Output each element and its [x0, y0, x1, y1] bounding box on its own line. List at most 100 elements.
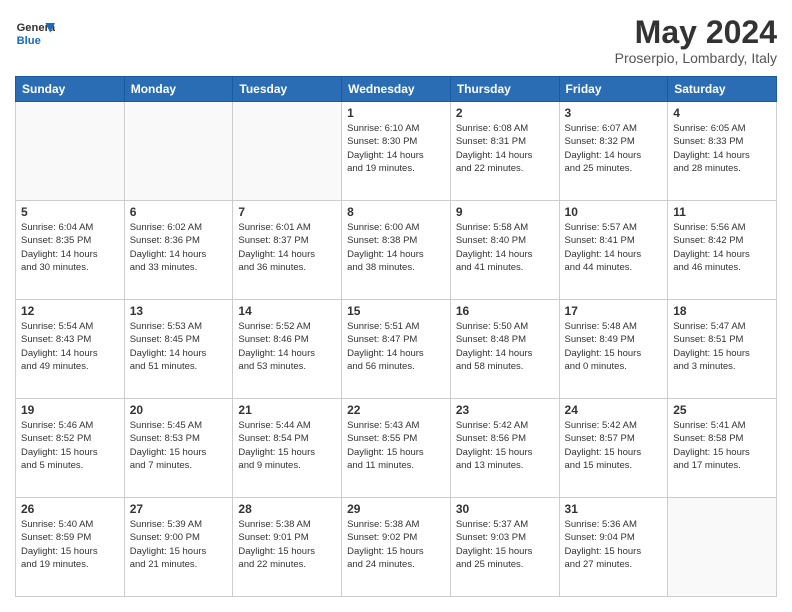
table-row: 30 Sunrise: 5:37 AM Sunset: 9:03 PM Dayli… [450, 498, 559, 597]
day-number: 21 [238, 403, 336, 417]
table-row: 20 Sunrise: 5:45 AM Sunset: 8:53 PM Dayli… [124, 399, 233, 498]
day-info: Sunrise: 5:52 AM Sunset: 8:46 PM Dayligh… [238, 320, 336, 373]
page: General Blue May 2024 Proserpio, Lombard… [0, 0, 792, 612]
table-row: 28 Sunrise: 5:38 AM Sunset: 9:01 PM Dayli… [233, 498, 342, 597]
svg-text:Blue: Blue [17, 35, 41, 47]
table-row: 27 Sunrise: 5:39 AM Sunset: 9:00 PM Dayli… [124, 498, 233, 597]
day-number: 16 [456, 304, 554, 318]
day-number: 25 [673, 403, 771, 417]
day-number: 20 [130, 403, 228, 417]
table-row [668, 498, 777, 597]
day-info: Sunrise: 5:47 AM Sunset: 8:51 PM Dayligh… [673, 320, 771, 373]
table-row: 22 Sunrise: 5:43 AM Sunset: 8:55 PM Dayli… [342, 399, 451, 498]
table-row: 8 Sunrise: 6:00 AM Sunset: 8:38 PM Daylig… [342, 201, 451, 300]
day-number: 5 [21, 205, 119, 219]
day-number: 30 [456, 502, 554, 516]
day-number: 4 [673, 106, 771, 120]
day-info: Sunrise: 6:04 AM Sunset: 8:35 PM Dayligh… [21, 221, 119, 274]
day-info: Sunrise: 5:51 AM Sunset: 8:47 PM Dayligh… [347, 320, 445, 373]
day-number: 24 [565, 403, 663, 417]
day-number: 9 [456, 205, 554, 219]
table-row: 25 Sunrise: 5:41 AM Sunset: 8:58 PM Dayli… [668, 399, 777, 498]
col-wednesday: Wednesday [342, 77, 451, 102]
day-number: 14 [238, 304, 336, 318]
table-row: 7Sunrise: 6:01 AM Sunset: 8:37 PM Daylig… [233, 201, 342, 300]
day-info: Sunrise: 5:46 AM Sunset: 8:52 PM Dayligh… [21, 419, 119, 472]
day-number: 23 [456, 403, 554, 417]
day-info: Sunrise: 5:38 AM Sunset: 9:02 PM Dayligh… [347, 518, 445, 571]
day-info: Sunrise: 5:43 AM Sunset: 8:55 PM Dayligh… [347, 419, 445, 472]
day-info: Sunrise: 5:45 AM Sunset: 8:53 PM Dayligh… [130, 419, 228, 472]
table-row: 15 Sunrise: 5:51 AM Sunset: 8:47 PM Dayli… [342, 300, 451, 399]
table-row: 31 Sunrise: 5:36 AM Sunset: 9:04 PM Dayli… [559, 498, 668, 597]
day-info: Sunrise: 5:36 AM Sunset: 9:04 PM Dayligh… [565, 518, 663, 571]
day-info: Sunrise: 5:39 AM Sunset: 9:00 PM Dayligh… [130, 518, 228, 571]
col-thursday: Thursday [450, 77, 559, 102]
day-number: 28 [238, 502, 336, 516]
day-info: Sunrise: 5:56 AM Sunset: 8:42 PM Dayligh… [673, 221, 771, 274]
calendar-week-row: 1 Sunrise: 6:10 AM Sunset: 8:30 PM Daylig… [16, 102, 777, 201]
day-number: 18 [673, 304, 771, 318]
table-row: 5 Sunrise: 6:04 AM Sunset: 8:35 PM Daylig… [16, 201, 125, 300]
day-info: Sunrise: 6:10 AM Sunset: 8:30 PM Dayligh… [347, 122, 445, 175]
day-info: Sunrise: 5:41 AM Sunset: 8:58 PM Dayligh… [673, 419, 771, 472]
table-row: 2 Sunrise: 6:08 AM Sunset: 8:31 PM Daylig… [450, 102, 559, 201]
month-title: May 2024 [615, 15, 777, 50]
day-info: Sunrise: 5:53 AM Sunset: 8:45 PM Dayligh… [130, 320, 228, 373]
location-subtitle: Proserpio, Lombardy, Italy [615, 50, 777, 66]
table-row: 18 Sunrise: 5:47 AM Sunset: 8:51 PM Dayli… [668, 300, 777, 399]
day-number: 2 [456, 106, 554, 120]
day-info: Sunrise: 6:00 AM Sunset: 8:38 PM Dayligh… [347, 221, 445, 274]
day-info: Sunrise: 5:40 AM Sunset: 8:59 PM Dayligh… [21, 518, 119, 571]
day-number: 17 [565, 304, 663, 318]
day-number: 15 [347, 304, 445, 318]
table-row: 3 Sunrise: 6:07 AM Sunset: 8:32 PM Daylig… [559, 102, 668, 201]
day-info: Sunrise: 5:37 AM Sunset: 9:03 PM Dayligh… [456, 518, 554, 571]
day-info: Sunrise: 6:02 AM Sunset: 8:36 PM Dayligh… [130, 221, 228, 274]
calendar-week-row: 26Sunrise: 5:40 AM Sunset: 8:59 PM Dayli… [16, 498, 777, 597]
table-row: 12 Sunrise: 5:54 AM Sunset: 8:43 PM Dayli… [16, 300, 125, 399]
table-row: 29 Sunrise: 5:38 AM Sunset: 9:02 PM Dayli… [342, 498, 451, 597]
day-number: 27 [130, 502, 228, 516]
day-info: Sunrise: 6:01 AM Sunset: 8:37 PM Dayligh… [238, 221, 336, 274]
day-number: 8 [347, 205, 445, 219]
day-info: Sunrise: 6:08 AM Sunset: 8:31 PM Dayligh… [456, 122, 554, 175]
day-number: 22 [347, 403, 445, 417]
header: General Blue May 2024 Proserpio, Lombard… [15, 15, 777, 66]
day-info: Sunrise: 5:50 AM Sunset: 8:48 PM Dayligh… [456, 320, 554, 373]
col-tuesday: Tuesday [233, 77, 342, 102]
table-row: 13 Sunrise: 5:53 AM Sunset: 8:45 PM Dayli… [124, 300, 233, 399]
day-info: Sunrise: 6:07 AM Sunset: 8:32 PM Dayligh… [565, 122, 663, 175]
col-sunday: Sunday [16, 77, 125, 102]
table-row: 9Sunrise: 5:58 AM Sunset: 8:40 PM Daylig… [450, 201, 559, 300]
table-row: 26Sunrise: 5:40 AM Sunset: 8:59 PM Dayli… [16, 498, 125, 597]
calendar-header-row: Sunday Monday Tuesday Wednesday Thursday… [16, 77, 777, 102]
day-info: Sunrise: 6:05 AM Sunset: 8:33 PM Dayligh… [673, 122, 771, 175]
calendar-week-row: 19 Sunrise: 5:46 AM Sunset: 8:52 PM Dayli… [16, 399, 777, 498]
table-row: 10 Sunrise: 5:57 AM Sunset: 8:41 PM Dayli… [559, 201, 668, 300]
table-row [233, 102, 342, 201]
table-row: 4 Sunrise: 6:05 AM Sunset: 8:33 PM Daylig… [668, 102, 777, 201]
calendar-week-row: 12 Sunrise: 5:54 AM Sunset: 8:43 PM Dayli… [16, 300, 777, 399]
day-info: Sunrise: 5:54 AM Sunset: 8:43 PM Dayligh… [21, 320, 119, 373]
day-number: 3 [565, 106, 663, 120]
day-number: 13 [130, 304, 228, 318]
table-row: 17Sunrise: 5:48 AM Sunset: 8:49 PM Dayli… [559, 300, 668, 399]
table-row: 1 Sunrise: 6:10 AM Sunset: 8:30 PM Daylig… [342, 102, 451, 201]
day-info: Sunrise: 5:44 AM Sunset: 8:54 PM Dayligh… [238, 419, 336, 472]
day-number: 29 [347, 502, 445, 516]
calendar-week-row: 5 Sunrise: 6:04 AM Sunset: 8:35 PM Daylig… [16, 201, 777, 300]
day-number: 31 [565, 502, 663, 516]
day-number: 19 [21, 403, 119, 417]
day-number: 12 [21, 304, 119, 318]
col-saturday: Saturday [668, 77, 777, 102]
day-number: 1 [347, 106, 445, 120]
col-monday: Monday [124, 77, 233, 102]
day-number: 10 [565, 205, 663, 219]
table-row [16, 102, 125, 201]
table-row: 19 Sunrise: 5:46 AM Sunset: 8:52 PM Dayli… [16, 399, 125, 498]
day-info: Sunrise: 5:42 AM Sunset: 8:57 PM Dayligh… [565, 419, 663, 472]
day-info: Sunrise: 5:57 AM Sunset: 8:41 PM Dayligh… [565, 221, 663, 274]
day-info: Sunrise: 5:38 AM Sunset: 9:01 PM Dayligh… [238, 518, 336, 571]
table-row: 24 Sunrise: 5:42 AM Sunset: 8:57 PM Dayli… [559, 399, 668, 498]
